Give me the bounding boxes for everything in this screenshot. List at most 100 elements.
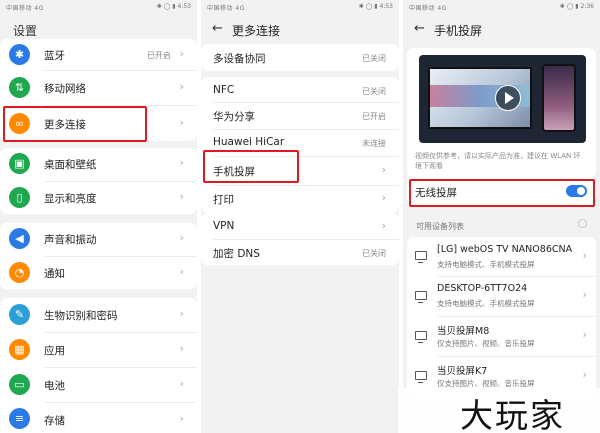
chevron-right-icon: › (179, 342, 184, 355)
loading-spinner-icon (578, 219, 587, 228)
chevron-right-icon: › (179, 80, 184, 93)
status-bar: 中国移动 4G ✱ ◯ ▮ 2:36 (403, 0, 600, 13)
settings-panel: 中国移动 4G ✱ ◯ ▮ 4:53 设置 ✱ 蓝牙 已开启 › ⇅ 移动网络 … (0, 0, 197, 433)
connections-item-encrypted-dns[interactable]: 加密 DNS 已关闭 (201, 240, 399, 265)
connections-item-huawei-share[interactable]: 华为分享 已开启 (201, 103, 399, 128)
wallpaper-icon: ▣ (9, 153, 30, 174)
chevron-right-icon: › (582, 249, 587, 262)
status-icons: ✱ ◯ ▮ 4:53 (358, 3, 393, 10)
status-carrier: 中国移动 4G (207, 5, 245, 12)
page-title: 更多连接 (232, 24, 281, 38)
screen-cast-icon (415, 291, 427, 303)
device-list-header: 可用设备列表 (416, 222, 464, 231)
chevron-right-icon: › (381, 163, 386, 176)
highlight-box (203, 150, 299, 183)
device-name: 当贝投屏M8 (437, 326, 490, 337)
settings-item-label: 桌面和壁纸 (44, 159, 97, 171)
settings-item-label: 存储 (44, 415, 65, 427)
settings-item-label: 通知 (44, 268, 65, 280)
page-header: ← 更多连接 (201, 17, 399, 43)
status-bar: 中国移动 4G ✱ ◯ ▮ 4:53 (201, 0, 399, 13)
watermark-logo: 大玩家 (460, 396, 565, 433)
chevron-right-icon: › (582, 288, 587, 301)
settings-item-label: 应用 (44, 345, 65, 357)
settings-item-label: 生物识别和密码 (44, 310, 118, 322)
device-desc: 支持电脑模式、手机模式投屏 (437, 260, 535, 269)
screen-cast-icon (415, 251, 427, 263)
battery-icon: ▭ (9, 374, 30, 395)
settings-item-sound[interactable]: ◀ 声音和振动 › (0, 223, 197, 255)
bluetooth-icon: ✱ (9, 44, 30, 65)
chevron-right-icon: › (179, 412, 184, 425)
status-carrier: 中国移动 4G (6, 5, 44, 12)
chevron-right-icon: › (179, 190, 184, 203)
settings-item-display[interactable]: ▯ 显示和亮度 › (0, 182, 197, 214)
apps-icon: ▦ (9, 339, 30, 360)
chevron-right-icon: › (179, 156, 184, 169)
video-caption: 视频仅供参考，请以实际产品为准，建议在 WLAN 环境下观看 (415, 152, 581, 170)
settings-item-apps[interactable]: ▦ 应用 › (0, 333, 197, 366)
status-bar: 中国移动 4G ✱ ◯ ▮ 4:53 (0, 0, 197, 13)
status-carrier: 中国移动 4G (409, 5, 447, 12)
settings-card-display: ▣ 桌面和壁纸 › ▯ 显示和亮度 › (0, 148, 197, 214)
connections-item-multi-device[interactable]: 多设备协同 已关闭 (201, 44, 399, 71)
device-desc: 支持电脑模式、手机模式投屏 (437, 299, 535, 308)
device-name: 当贝投屏K7 (437, 366, 488, 377)
connections-item-value: 已关闭 (362, 249, 386, 258)
settings-item-battery[interactable]: ▭ 电池 › (0, 368, 197, 401)
settings-item-label: 声音和振动 (44, 234, 97, 246)
settings-item-value: 已开启 (147, 51, 171, 60)
screen-projection-panel: 中国移动 4G ✱ ◯ ▮ 2:36 ← 手机投屏 视频仅供参考，请以实际产品为… (403, 0, 600, 433)
connections-item-print[interactable]: 打印 › (201, 186, 399, 212)
connections-item-value: 已关闭 (362, 87, 386, 96)
connections-item-label: 华为分享 (213, 111, 255, 123)
settings-item-label: 移动网络 (44, 83, 86, 95)
biometrics-icon: ✎ (9, 304, 30, 325)
connections-item-label: 打印 (213, 194, 234, 206)
device-list: [LG] webOS TV NANO86CNA 支持电脑模式、手机模式投屏 › … (407, 237, 596, 397)
page-header: ← 手机投屏 (403, 17, 600, 43)
mobile-network-icon: ⇅ (9, 77, 30, 98)
settings-item-label: 显示和亮度 (44, 193, 97, 205)
sound-icon: ◀ (9, 228, 30, 249)
settings-item-storage[interactable]: ≡ 存储 › (0, 403, 197, 433)
status-icons: ✱ ◯ ▮ 2:36 (559, 3, 594, 10)
device-item[interactable]: DESKTOP-6TT7O24 支持电脑模式、手机模式投屏 › (407, 277, 596, 315)
settings-item-bluetooth[interactable]: ✱ 蓝牙 已开启 › (0, 39, 197, 70)
chevron-right-icon: › (381, 219, 386, 232)
more-connections-panel: 中国移动 4G ✱ ◯ ▮ 4:53 ← 更多连接 多设备协同 已关闭 NFC … (201, 0, 399, 433)
highlight-box (409, 179, 595, 207)
settings-item-mobile-network[interactable]: ⇅ 移动网络 › (0, 72, 197, 103)
notification-icon: ◔ (9, 262, 30, 283)
settings-item-biometrics[interactable]: ✎ 生物识别和密码 › (0, 298, 197, 331)
play-icon[interactable] (495, 85, 521, 111)
connections-item-label: 多设备协同 (213, 53, 266, 65)
back-arrow-icon[interactable]: ← (414, 21, 425, 37)
chevron-right-icon: › (179, 231, 184, 244)
device-item[interactable]: 当贝投屏M8 仅支持图片、视频、音乐投屏 › (407, 317, 596, 355)
connections-item-value: 已开启 (362, 112, 386, 121)
connections-item-vpn[interactable]: VPN › (201, 213, 399, 238)
connections-item-label: VPN (213, 220, 235, 232)
back-arrow-icon[interactable]: ← (212, 21, 223, 37)
chevron-right-icon: › (179, 116, 184, 129)
connections-item-value: 已关闭 (362, 54, 386, 63)
phone-illustration (542, 64, 576, 132)
connections-item-value: 未连接 (362, 139, 386, 148)
page-title: 设置 (13, 24, 38, 38)
page-title: 手机投屏 (434, 24, 483, 38)
connections-item-label: 加密 DNS (213, 248, 260, 260)
device-item[interactable]: [LG] webOS TV NANO86CNA 支持电脑模式、手机模式投屏 › (407, 237, 596, 275)
display-icon: ▯ (9, 187, 30, 208)
intro-video[interactable] (419, 55, 586, 143)
connections-item-label: NFC (213, 84, 235, 96)
device-desc: 仅支持图片、视频、音乐投屏 (437, 339, 535, 348)
chevron-right-icon: › (381, 191, 386, 204)
connections-card-3: VPN › 加密 DNS 已关闭 (201, 213, 399, 265)
connections-item-nfc[interactable]: NFC 已关闭 (201, 77, 399, 101)
settings-item-wallpaper[interactable]: ▣ 桌面和壁纸 › (0, 148, 197, 180)
status-icons: ✱ ◯ ▮ 4:53 (156, 3, 191, 10)
highlight-box (3, 106, 147, 142)
settings-item-notification[interactable]: ◔ 通知 › (0, 257, 197, 289)
settings-card-sound: ◀ 声音和振动 › ◔ 通知 › (0, 223, 197, 289)
